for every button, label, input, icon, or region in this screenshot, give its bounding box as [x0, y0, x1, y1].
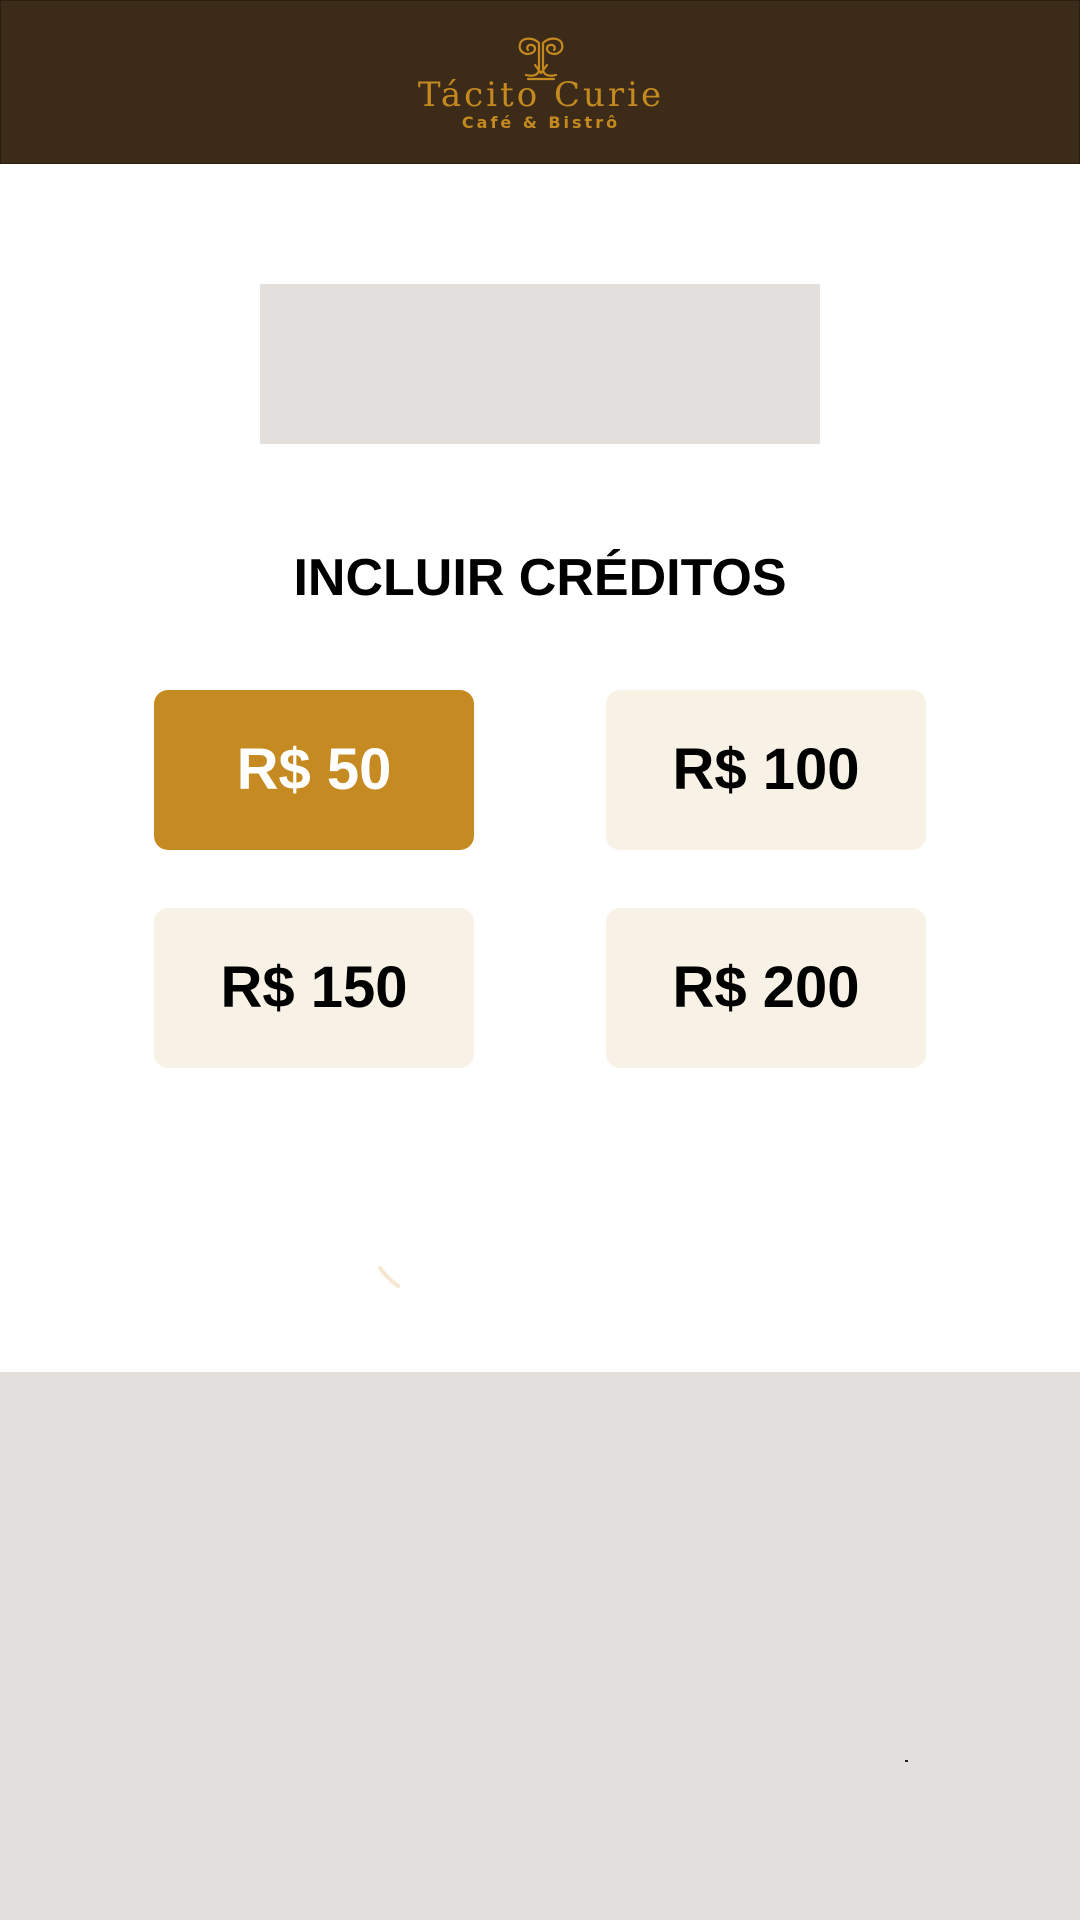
credit-options-grid: R$ 50 R$ 100 R$ 150 R$ 200: [0, 0, 1080, 1080]
panel-marker: [905, 1760, 908, 1762]
credit-option-label: R$ 50: [236, 737, 392, 802]
credit-option-50[interactable]: R$ 50: [154, 690, 474, 850]
loading-spinner-icon: [378, 1266, 400, 1288]
bottom-panel: [0, 1372, 1080, 1920]
credit-option-200[interactable]: R$ 200: [606, 908, 926, 1068]
credit-option-label: R$ 200: [672, 955, 860, 1020]
credit-option-label: R$ 100: [672, 737, 860, 802]
credit-option-150[interactable]: R$ 150: [154, 908, 474, 1068]
credit-option-100[interactable]: R$ 100: [606, 690, 926, 850]
credit-option-label: R$ 150: [220, 955, 408, 1020]
